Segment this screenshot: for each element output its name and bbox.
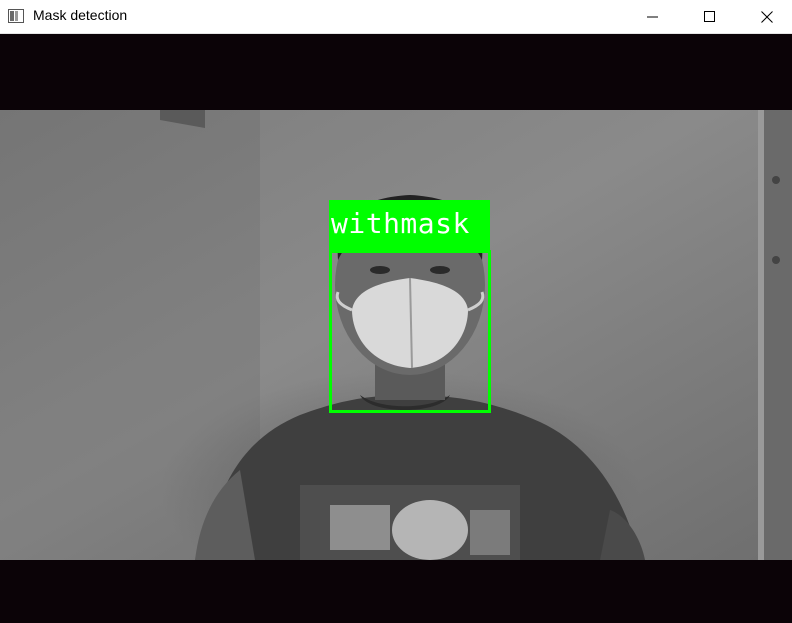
minimize-button[interactable] bbox=[630, 0, 676, 33]
app-icon bbox=[8, 9, 24, 23]
close-button[interactable] bbox=[744, 0, 790, 33]
close-icon bbox=[761, 10, 773, 23]
maximize-icon bbox=[704, 10, 715, 22]
detection-label: withmask bbox=[331, 207, 470, 240]
face-bounding-box bbox=[329, 250, 491, 413]
window-title: Mask detection bbox=[33, 7, 128, 23]
minimize-icon bbox=[647, 16, 658, 17]
maximize-button[interactable] bbox=[687, 0, 733, 33]
window-titlebar[interactable]: Mask detection bbox=[0, 0, 792, 34]
camera-feed: withmask bbox=[0, 34, 792, 623]
